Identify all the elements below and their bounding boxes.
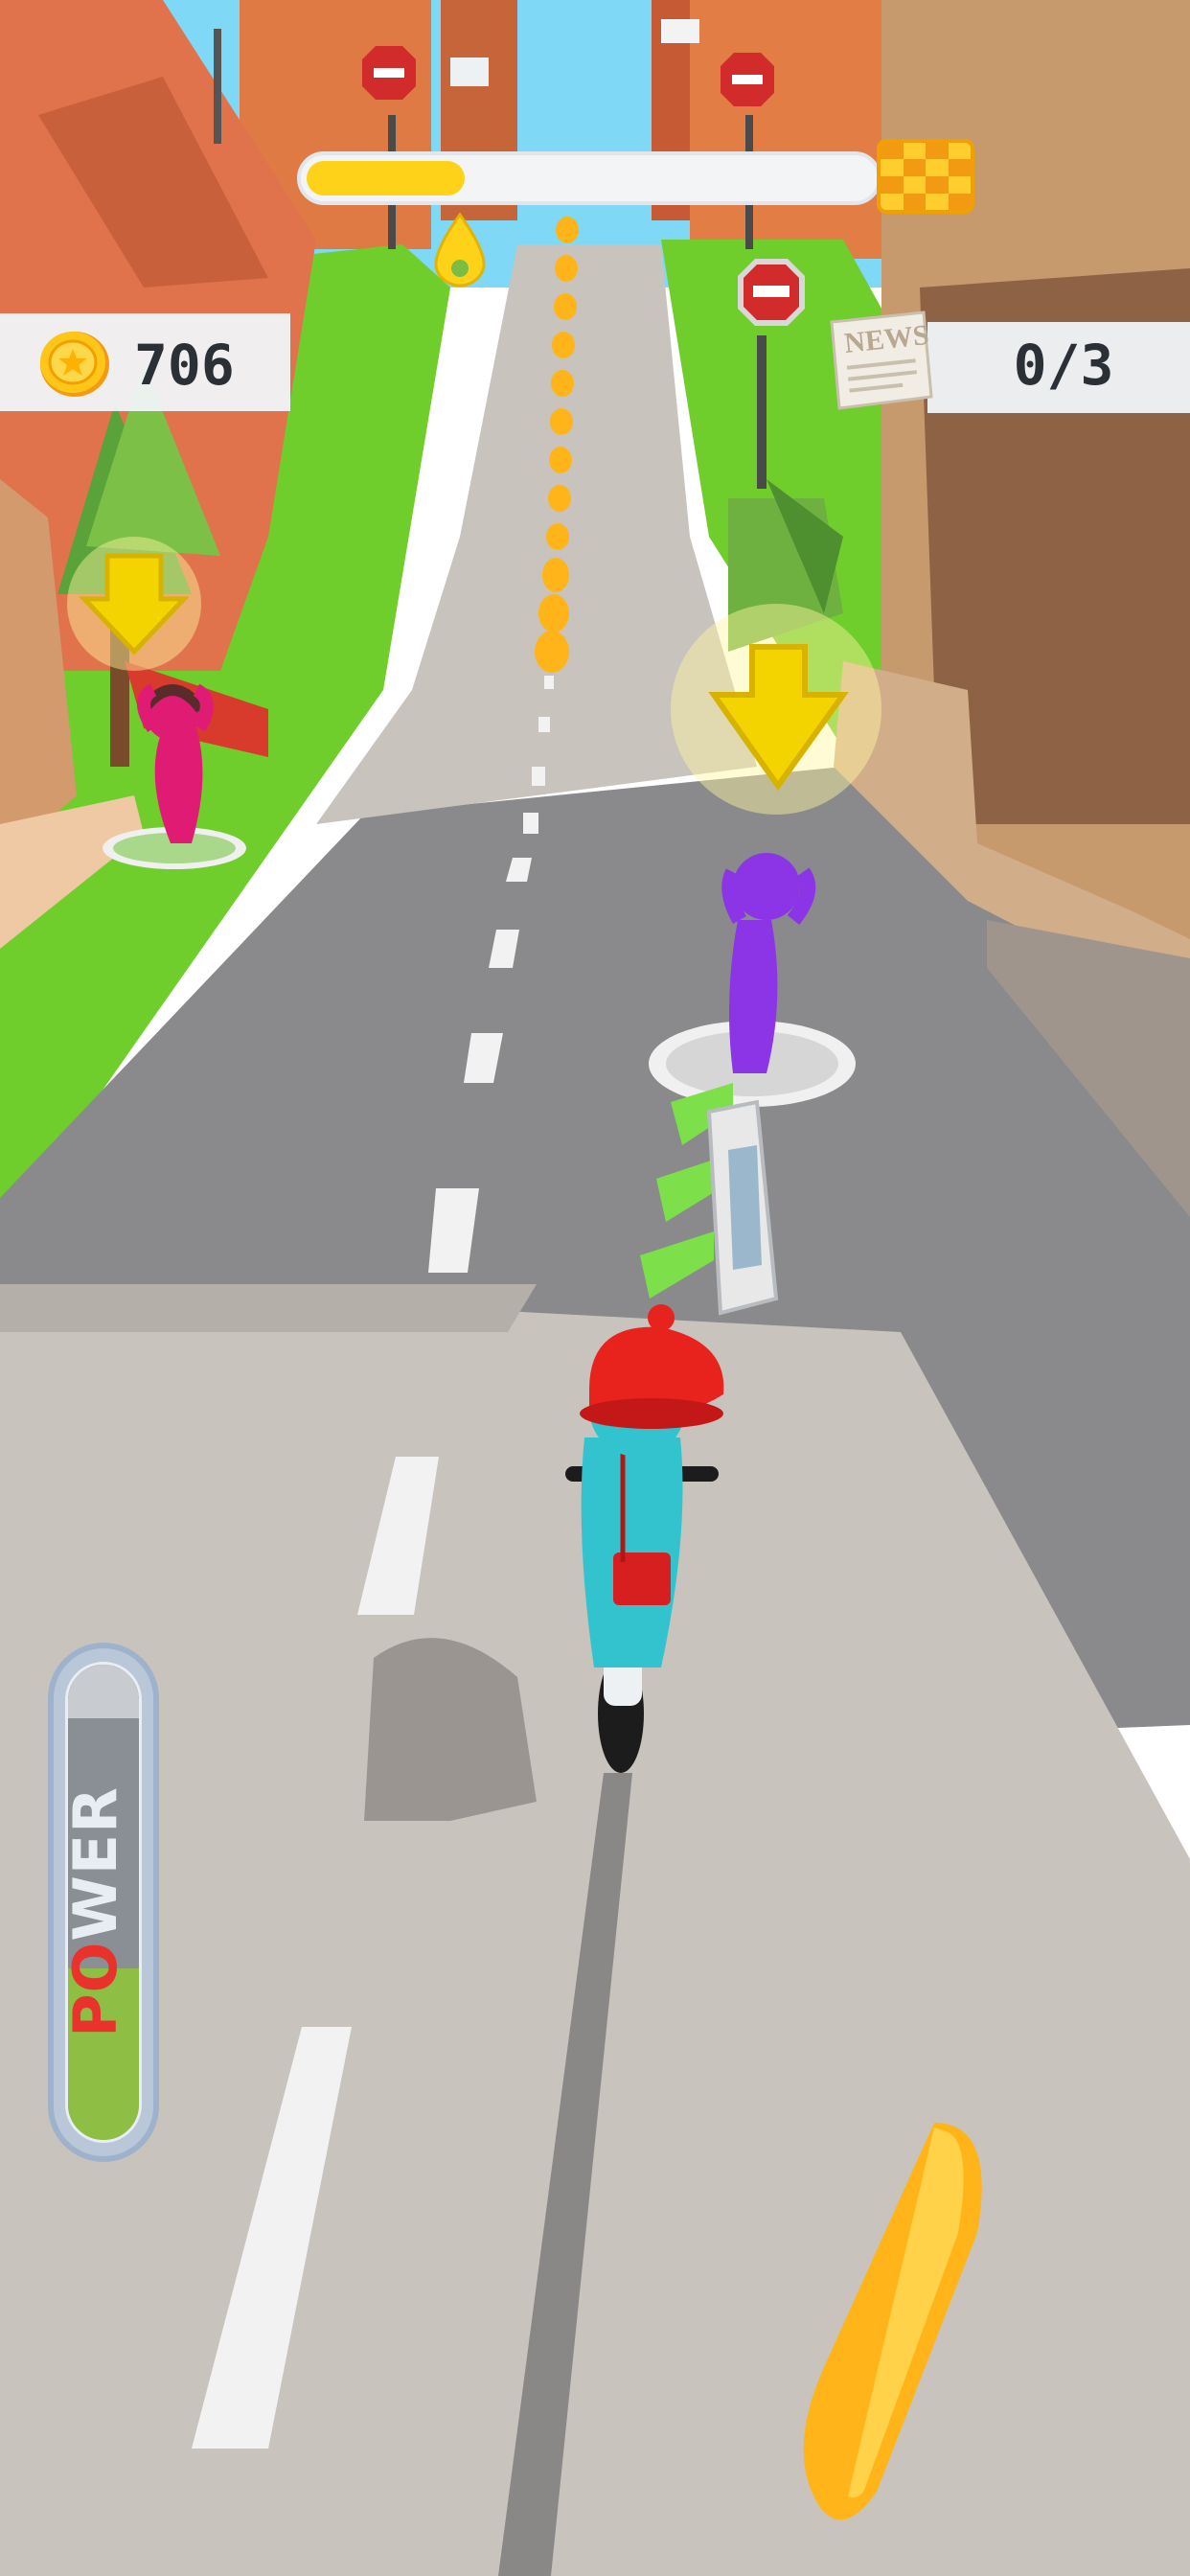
level-progress-fill [307, 161, 465, 196]
level-progress-bar [297, 151, 881, 205]
player-marker-icon [429, 211, 491, 297]
power-meter: POWER [48, 1643, 159, 2162]
coin-icon [38, 330, 115, 399]
power-label: POWER [60, 1786, 130, 2037]
finish-flag-icon [877, 139, 974, 214]
target-arrow-left [67, 537, 201, 671]
newspaper-icon: NEWS [824, 309, 937, 414]
news-delivered-count: 0/3 [1013, 333, 1114, 398]
target-arrow-right [671, 604, 881, 815]
coin-count: 706 [134, 333, 235, 398]
road-shadow [0, 1284, 537, 1332]
